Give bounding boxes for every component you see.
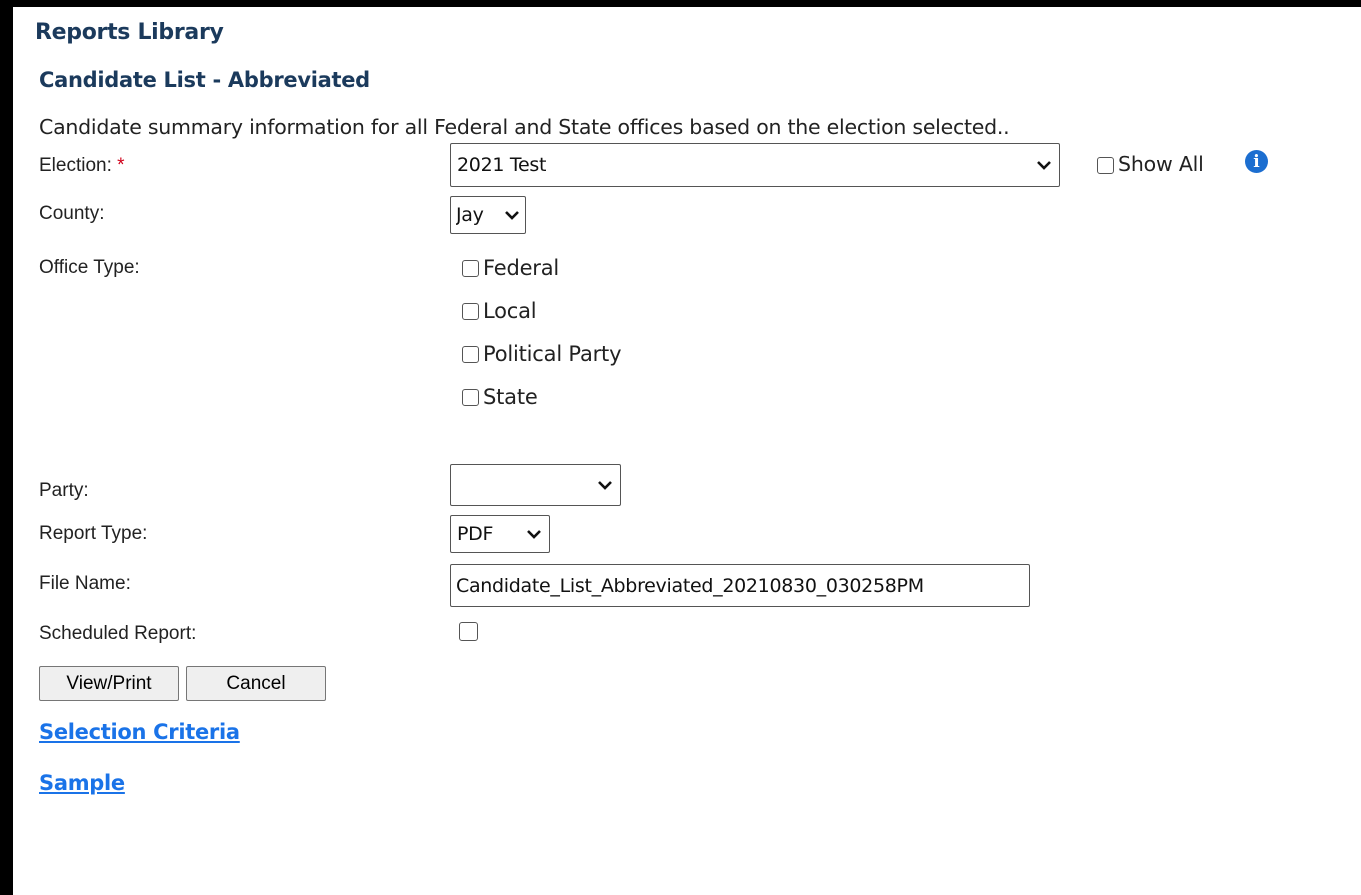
info-icon[interactable]: i: [1245, 150, 1268, 173]
party-select[interactable]: [450, 464, 621, 506]
county-label: County:: [39, 203, 105, 224]
chevron-down-icon: [1037, 161, 1051, 170]
county-select-value: Jay: [456, 204, 484, 226]
office-type-state-checkbox[interactable]: [462, 389, 479, 406]
file-name-input[interactable]: Candidate_List_Abbreviated_20210830_0302…: [450, 564, 1030, 607]
office-type-state-label: State: [483, 385, 538, 409]
office-type-political-party-checkbox[interactable]: [462, 346, 479, 363]
cancel-button[interactable]: Cancel: [186, 666, 326, 701]
sample-link[interactable]: Sample: [39, 771, 125, 795]
show-all-checkbox[interactable]: [1097, 157, 1114, 174]
party-label: Party:: [39, 480, 89, 501]
office-type-local-label: Local: [483, 299, 537, 323]
office-type-label: Office Type:: [39, 257, 140, 278]
election-label-text: Election:: [39, 155, 112, 176]
reports-library-header: Reports Library: [35, 20, 224, 45]
county-select[interactable]: Jay: [450, 196, 526, 234]
scheduled-report-checkbox[interactable]: [459, 622, 478, 641]
selection-criteria-link[interactable]: Selection Criteria: [39, 720, 240, 744]
office-type-political-party-label: Political Party: [483, 342, 622, 366]
report-description: Candidate summary information for all Fe…: [39, 115, 1010, 139]
report-type-select-value: PDF: [457, 523, 494, 545]
report-type-select[interactable]: PDF: [450, 515, 550, 553]
view-print-button[interactable]: View/Print: [39, 666, 179, 701]
chevron-down-icon: [505, 211, 519, 220]
show-all-label: Show All: [1118, 152, 1204, 176]
election-select[interactable]: 2021 Test: [450, 143, 1060, 187]
chevron-down-icon: [598, 481, 612, 490]
election-select-value: 2021 Test: [457, 154, 547, 176]
scheduled-report-label: Scheduled Report:: [39, 623, 197, 644]
chevron-down-icon: [527, 530, 541, 539]
election-label: Election: *: [39, 155, 125, 177]
required-marker: *: [117, 155, 125, 176]
office-type-federal-label: Federal: [483, 256, 560, 280]
report-panel: Reports Library Candidate List - Abbrevi…: [13, 7, 1361, 895]
report-title: Candidate List - Abbreviated: [39, 68, 370, 92]
office-type-federal-checkbox[interactable]: [462, 260, 479, 277]
report-type-label: Report Type:: [39, 523, 148, 544]
file-name-label: File Name:: [39, 573, 131, 594]
office-type-local-checkbox[interactable]: [462, 303, 479, 320]
